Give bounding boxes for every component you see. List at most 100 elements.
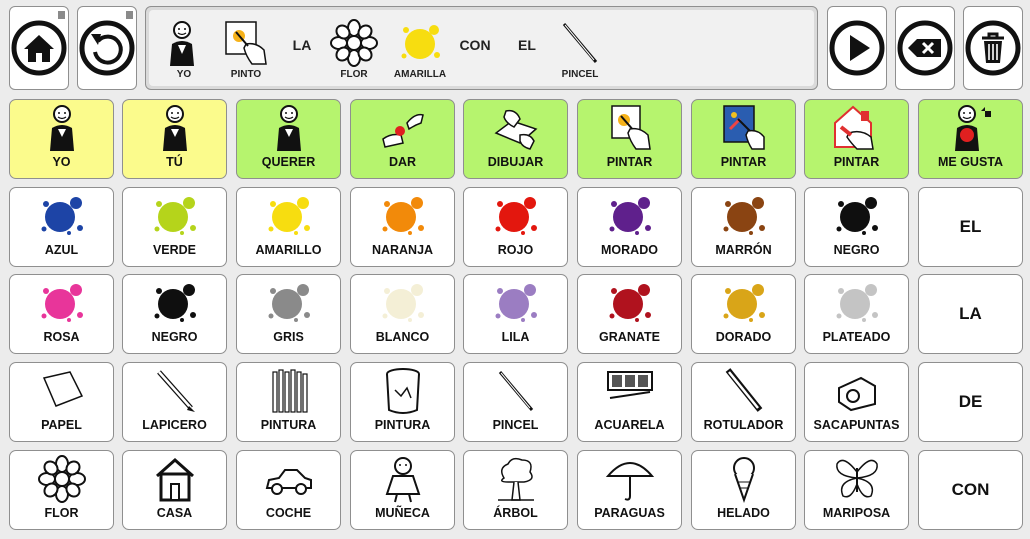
sentence-word-flor[interactable]: FLOR [322, 10, 386, 84]
word-cell-el[interactable]: EL [918, 187, 1023, 267]
pictogram-cell-pincel[interactable]: PINCEL [463, 362, 568, 442]
play-button[interactable] [827, 6, 887, 90]
pictogram-cell-yo[interactable]: YO [9, 99, 114, 179]
pictogram-cell-blanco[interactable]: BLANCO [350, 274, 455, 354]
pictogram-cell-pintar[interactable]: PINTAR [804, 99, 909, 179]
paint-pot-pictogram [386, 368, 420, 414]
word-cell-de[interactable]: DE [918, 362, 1023, 442]
word-cell-la[interactable]: LA [918, 274, 1023, 354]
cell-label: CON [951, 480, 990, 499]
pictogram-cell-verde[interactable]: VERDE [122, 187, 227, 267]
cell-label: LA [959, 304, 982, 323]
paint-splash-icon [382, 284, 424, 322]
pictogram-cell-coche[interactable]: COCHE [236, 450, 341, 530]
cell-label: MORADO [601, 243, 658, 257]
pictogram-cell-pintura[interactable]: PINTURA [350, 362, 455, 442]
pictogram-cell-negro[interactable]: NEGRO [122, 274, 227, 354]
cell-corner-marker [126, 11, 133, 19]
cell-label: DORADO [715, 330, 772, 344]
pictogram-cell-mariposa[interactable]: MARIPOSA [804, 450, 909, 530]
pictogram-cell-gris[interactable]: GRIS [236, 274, 341, 354]
papel-pictogram [42, 371, 84, 407]
cell-label: NEGRO [151, 330, 198, 344]
pictogram-cell-dar[interactable]: DAR [350, 99, 455, 179]
pincel-pictogram [498, 371, 534, 411]
cell-label: EL [959, 217, 982, 236]
cell-label: DE [958, 392, 983, 411]
pictogram-cell-tú[interactable]: TÚ [122, 99, 227, 179]
pictogram-cell-granate[interactable]: GRANATE [577, 274, 682, 354]
sentence-bar[interactable]: YO PINTO LA FLOR AMARILLA CON EL PINCEL [145, 6, 818, 90]
cell-label: PINTURA [260, 418, 317, 432]
word-cell-con[interactable]: CON [918, 450, 1023, 530]
pictogram-cell-rosa[interactable]: ROSA [9, 274, 114, 354]
trash-button[interactable] [963, 6, 1023, 90]
undo-button[interactable] [77, 6, 137, 90]
arbol-pictogram [498, 457, 534, 501]
sentence-word-pincel[interactable]: PINCEL [548, 10, 612, 84]
pictogram-cell-negro[interactable]: NEGRO [804, 187, 909, 267]
cell-label: MUÑECA [375, 506, 430, 520]
cell-label: ACUARELA [594, 418, 665, 432]
cell-label: NEGRO [833, 243, 880, 257]
pincel-pictogram [562, 23, 598, 63]
flor-pictogram [38, 455, 86, 503]
pictogram-cell-rotulador[interactable]: ROTULADOR [691, 362, 796, 442]
cell-label: BLANCO [375, 330, 430, 344]
pictogram-cell-pintura[interactable]: PINTURA [236, 362, 341, 442]
pictogram-cell-amarillo[interactable]: AMARILLO [236, 187, 341, 267]
cell-label: DIBUJAR [487, 155, 544, 169]
cell-label: TÚ [166, 155, 183, 169]
cell-label: PINTAR [606, 155, 653, 169]
pictogram-cell-rojo[interactable]: ROJO [463, 187, 568, 267]
pictogram-cell-pintar[interactable]: PINTAR [691, 99, 796, 179]
pictogram-cell-sacapuntas[interactable]: SACAPUNTAS [804, 362, 909, 442]
pictogram-cell-querer[interactable]: QUERER [236, 99, 341, 179]
pictogram-cell-me-gusta[interactable]: ME GUSTA [918, 99, 1023, 179]
pictogram-cell-plateado[interactable]: PLATEADO [804, 274, 909, 354]
pictogram-cell-dorado[interactable]: DORADO [691, 274, 796, 354]
pictogram-cell-muñeca[interactable]: MUÑECA [350, 450, 455, 530]
sentence-strip: YO PINTO LA FLOR AMARILLA CON EL PINCEL [149, 10, 814, 86]
pictogram-cell-marrón[interactable]: MARRÓN [691, 187, 796, 267]
pictogram-cell-lapicero[interactable]: LAPICERO [122, 362, 227, 442]
mariposa-pictogram [836, 459, 878, 498]
pictogram-cell-naranja[interactable]: NARANJA [350, 187, 455, 267]
pictogram-cell-pintar[interactable]: PINTAR [577, 99, 682, 179]
home-icon [11, 20, 67, 76]
sentence-word-yo[interactable]: YO [152, 10, 216, 84]
pictogram-cell-flor[interactable]: FLOR [9, 450, 114, 530]
paint-splash-icon [154, 284, 196, 322]
paint-splash-icon [609, 197, 651, 235]
cell-label: ROJO [497, 243, 534, 257]
cell-label: NARANJA [371, 243, 434, 257]
pictogram-cell-azul[interactable]: AZUL [9, 187, 114, 267]
cell-label: ME GUSTA [937, 155, 1004, 169]
home-button[interactable] [9, 6, 69, 90]
pictogram-cell-morado[interactable]: MORADO [577, 187, 682, 267]
cell-label: DAR [388, 155, 417, 169]
pictogram-cell-paraguas[interactable]: PARAGUAS [577, 450, 682, 530]
cell-label: FLOR [44, 506, 79, 520]
cell-label: LILA [501, 330, 530, 344]
pintar-pictogram [611, 105, 651, 150]
cell-label: PINCEL [492, 418, 539, 432]
cell-label: COCHE [265, 506, 312, 520]
backspace-button[interactable] [895, 6, 955, 90]
pictogram-cell-acuarela[interactable]: ACUARELA [577, 362, 682, 442]
pictogram-cell-lila[interactable]: LILA [463, 274, 568, 354]
cell-corner-marker [58, 11, 65, 19]
pictogram-cell-árbol[interactable]: ÁRBOL [463, 450, 568, 530]
pictogram-cell-helado[interactable]: HELADO [691, 450, 796, 530]
cell-label: PARAGUAS [594, 506, 665, 520]
dibujar-pictogram [494, 109, 538, 150]
pictogram-cell-dibujar[interactable]: DIBUJAR [463, 99, 568, 179]
sentence-word-pinto[interactable]: PINTO [214, 10, 278, 84]
sentence-word-label: PINCEL [561, 69, 599, 80]
pictogram-cell-casa[interactable]: CASA [122, 450, 227, 530]
paint-splash-icon [382, 197, 424, 235]
cell-label: QUERER [261, 155, 316, 169]
cell-label: LAPICERO [142, 418, 207, 432]
paint-splash-icon [723, 284, 765, 322]
pictogram-cell-papel[interactable]: PAPEL [9, 362, 114, 442]
